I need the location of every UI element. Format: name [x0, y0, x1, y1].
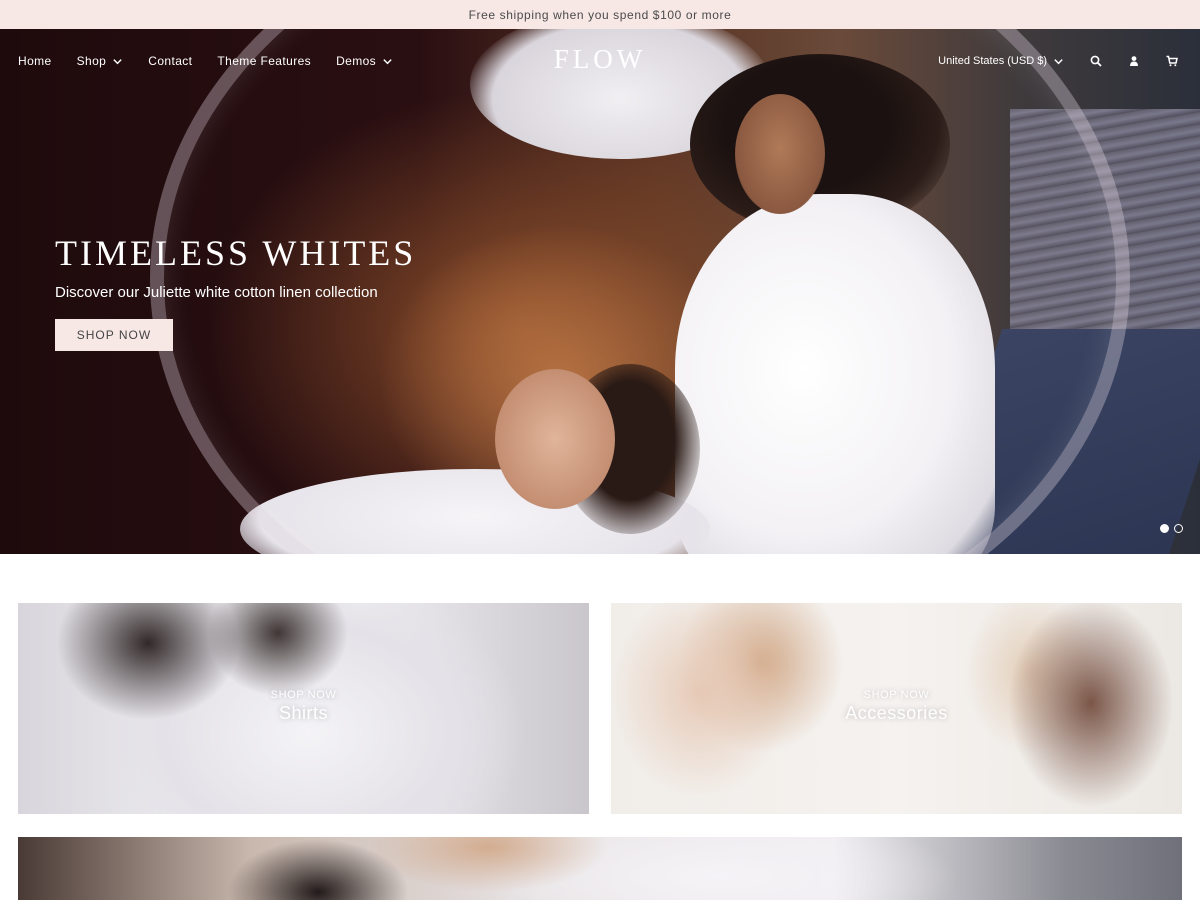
account-icon[interactable] [1128, 55, 1140, 67]
hero-slideshow[interactable]: TIMELESS WHITES Discover our Juliette wh… [0, 29, 1200, 554]
slide-dot-2[interactable] [1174, 524, 1183, 533]
chevron-down-icon [383, 58, 392, 64]
slideshow-dots [1160, 524, 1183, 533]
nav-contact-label: Contact [148, 54, 193, 68]
collection-tile-label: SHOP NOW Accessories [611, 689, 1182, 724]
slide-dot-1[interactable] [1160, 524, 1169, 533]
announcement-bar: Free shipping when you spend $100 or mor… [0, 0, 1200, 29]
collection-tile-label: SHOP NOW Shirts [18, 689, 589, 724]
nav-home[interactable]: Home [18, 54, 52, 68]
nav-contact[interactable]: Contact [148, 54, 192, 68]
collection-kicker: SHOP NOW [270, 689, 337, 701]
chevron-down-icon [1054, 58, 1063, 64]
search-icon[interactable] [1090, 55, 1102, 67]
collection-tile-wide[interactable] [18, 837, 1182, 900]
nav-shop[interactable]: Shop [77, 54, 124, 68]
hero-shop-now-button[interactable]: SHOP NOW [55, 319, 173, 351]
nav-demos-label: Demos [336, 54, 377, 68]
collection-name: Accessories [845, 703, 948, 723]
hero-subtitle: Discover our Juliette white cotton linen… [55, 284, 378, 301]
nav-shop-label: Shop [76, 54, 107, 68]
site-logo[interactable]: FLOW [548, 44, 652, 75]
currency-selector[interactable]: United States (USD $) [938, 55, 1064, 67]
main-navigation: Home Shop Contact Theme Features Demos [18, 29, 418, 93]
collection-tile-accessories[interactable]: SHOP NOW Accessories [611, 603, 1182, 814]
currency-label: United States (USD $) [938, 55, 1047, 67]
header-utilities: United States (USD $) [938, 29, 1178, 93]
announcement-text: Free shipping when you spend $100 or mor… [468, 7, 732, 22]
nav-home-label: Home [18, 54, 52, 68]
cart-icon[interactable] [1166, 55, 1178, 67]
collection-name: Shirts [278, 703, 328, 723]
collection-kicker: SHOP NOW [863, 689, 930, 701]
nav-theme-features[interactable]: Theme Features [217, 54, 311, 68]
nav-demos[interactable]: Demos [336, 54, 393, 68]
chevron-down-icon [113, 58, 122, 64]
nav-theme-features-label: Theme Features [217, 54, 312, 68]
hero-title: TIMELESS WHITES [55, 233, 417, 273]
collection-tile-shirts[interactable]: SHOP NOW Shirts [18, 603, 589, 814]
